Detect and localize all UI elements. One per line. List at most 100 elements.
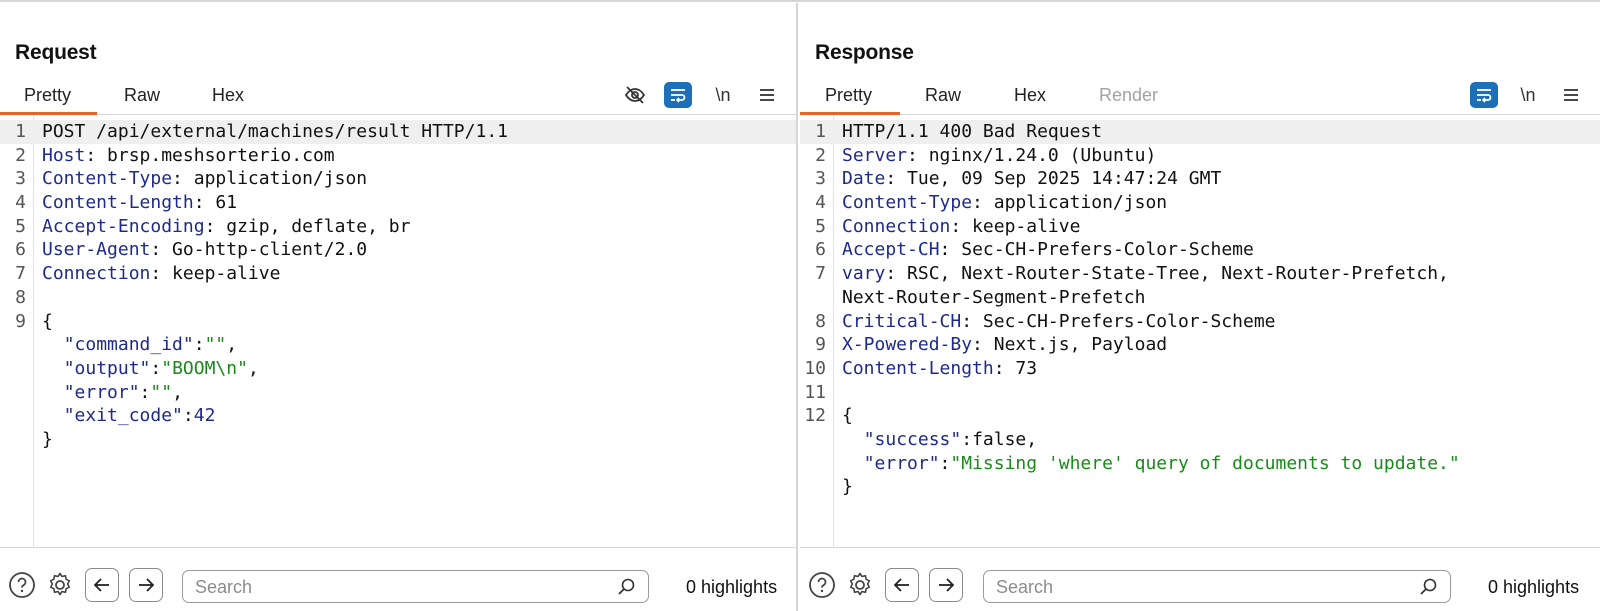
code-line: 4 Content-Type: application/json <box>800 191 1600 215</box>
header-name: Content-Length <box>842 357 994 379</box>
request-wrap-button[interactable] <box>664 82 692 108</box>
request-search-box <box>182 570 649 603</box>
arrow-left-icon <box>93 578 109 592</box>
line-number: 7 <box>815 263 826 285</box>
json-key: "command_id" <box>63 334 194 356</box>
response-prev-button[interactable] <box>885 568 919 602</box>
response-newline-button[interactable]: \n <box>1514 82 1542 108</box>
line-text: Content-Length: 61 <box>42 192 238 214</box>
arrow-right-icon <box>939 578 955 592</box>
code-line: 5 Connection: keep-alive <box>800 215 1600 239</box>
arrow-left-icon <box>893 578 909 592</box>
json-value: false <box>972 428 1027 450</box>
request-settings-button[interactable] <box>45 570 75 600</box>
plain-text: { <box>42 310 53 332</box>
header-value: application/json <box>182 168 368 190</box>
line-text: X-Powered-By: Next.js, Payload <box>842 334 1168 356</box>
code-line: 11 <box>800 381 1600 405</box>
response-tab-raw[interactable]: Raw <box>925 85 961 115</box>
response-tabs: Pretty Raw Hex Render \n <box>800 79 1600 115</box>
request-tab-hex[interactable]: Hex <box>212 85 244 115</box>
line-text: "exit_code":42 <box>42 404 216 428</box>
request-prev-button[interactable] <box>85 568 119 602</box>
response-editor[interactable]: 1 HTTP/1.1 400 Bad Request 2 Server: nginx/… <box>800 116 1600 548</box>
json-punct: , <box>172 381 183 403</box>
code-line: 2 Server: nginx/1.24.0 (Ubuntu) <box>800 144 1600 168</box>
request-next-button[interactable] <box>129 568 163 602</box>
json-value: "" <box>150 381 173 403</box>
line-text: POST /api/external/machines/result HTTP/… <box>42 120 508 144</box>
code-line: 12 { <box>800 404 1600 428</box>
code-line: 9 X-Powered-By: Next.js, Payload <box>800 333 1600 357</box>
json-key: "success" <box>863 428 962 450</box>
code-line: 10 Content-Length: 73 <box>800 357 1600 381</box>
response-search-input[interactable] <box>996 575 1396 599</box>
code-line: } <box>0 428 796 452</box>
code-line: "output":"BOOM\n", <box>0 357 796 381</box>
line-text: Server: nginx/1.24.0 (Ubuntu) <box>842 144 1157 166</box>
request-tabs: Pretty Raw Hex \n <box>0 79 796 115</box>
plain-text: } <box>842 476 853 498</box>
request-pane: Request Pretty Raw Hex \n 1 POST /api/ext… <box>0 3 798 611</box>
request-editor[interactable]: 1 POST /api/external/machines/result HTTP… <box>0 116 796 548</box>
line-number: 12 <box>804 405 826 427</box>
help-icon <box>809 572 835 598</box>
header-value: nginx/1.24.0 (Ubuntu) <box>917 144 1157 166</box>
request-hide-button[interactable] <box>621 82 649 108</box>
plain-text: { <box>842 405 853 427</box>
code-line: 8 <box>0 286 796 310</box>
code-line: 1 POST /api/external/machines/result HTTP… <box>0 120 796 144</box>
code-line: 9{ <box>0 310 796 334</box>
header-value: keep-alive <box>161 263 281 285</box>
request-tab-pretty[interactable]: Pretty <box>0 85 97 115</box>
header-name: Critical-CH <box>842 310 962 332</box>
json-value: "" <box>204 334 227 356</box>
response-search-box <box>983 570 1451 603</box>
request-title: Request <box>15 41 97 64</box>
line-number: 9 <box>815 334 826 356</box>
line-text: Date: Tue, 09 Sep 2025 14:47:24 GMT <box>842 168 1222 190</box>
code-line: 8 Critical-CH: Sec-CH-Prefers-Color-Schem… <box>800 310 1600 334</box>
response-settings-button[interactable] <box>845 570 875 600</box>
line-text: Host: brsp.meshsorterio.com <box>42 144 335 166</box>
json-punct: , <box>247 357 259 379</box>
header-value: Sec-CH-Prefers-Color-Scheme <box>972 310 1276 332</box>
request-code: 1 POST /api/external/machines/result HTTP… <box>0 120 796 452</box>
request-help-button[interactable] <box>7 570 37 600</box>
request-search-input[interactable] <box>195 575 595 599</box>
response-tab-pretty[interactable]: Pretty <box>800 85 900 115</box>
request-newline-button[interactable]: \n <box>709 82 737 108</box>
code-line: 2 Host: brsp.meshsorterio.com <box>0 144 796 168</box>
response-pane: Response Pretty Raw Hex Render \n 1 HTTP/… <box>800 3 1600 611</box>
gear-icon <box>49 572 71 596</box>
json-value: 42 <box>193 405 216 427</box>
request-menu-button[interactable] <box>753 82 781 108</box>
header-value: RSC, Next-Router-State-Tree, Next-Router… <box>896 263 1449 285</box>
line-text: Accept-CH: Sec-CH-Prefers-Color-Scheme <box>842 239 1254 261</box>
json-key: "exit_code" <box>63 405 183 427</box>
line-text: "success":false, <box>842 428 1037 452</box>
code-line: "command_id":"", <box>0 333 796 357</box>
code-line: "error":"Missing 'where' query of docume… <box>800 452 1600 476</box>
response-menu-button[interactable] <box>1557 82 1585 108</box>
line-number: 8 <box>15 286 26 308</box>
response-wrap-button[interactable] <box>1470 82 1498 108</box>
response-tab-render[interactable]: Render <box>1099 85 1158 115</box>
request-tab-raw[interactable]: Raw <box>124 85 160 115</box>
response-next-button[interactable] <box>929 568 963 602</box>
line-text: } <box>42 428 53 452</box>
response-help-button[interactable] <box>807 570 837 600</box>
plain-text: } <box>42 428 53 450</box>
response-tab-hex[interactable]: Hex <box>1014 85 1046 115</box>
line-number: 9 <box>15 310 26 332</box>
line-number: 10 <box>804 357 826 379</box>
request-bottom-bar: 0 highlights <box>0 549 796 611</box>
header-name: User-Agent <box>42 239 151 261</box>
json-value: "BOOM\n" <box>161 357 248 379</box>
plain-text: HTTP/1.1 400 Bad Request <box>842 121 1103 142</box>
line-text: Accept-Encoding: gzip, deflate, br <box>42 215 411 237</box>
